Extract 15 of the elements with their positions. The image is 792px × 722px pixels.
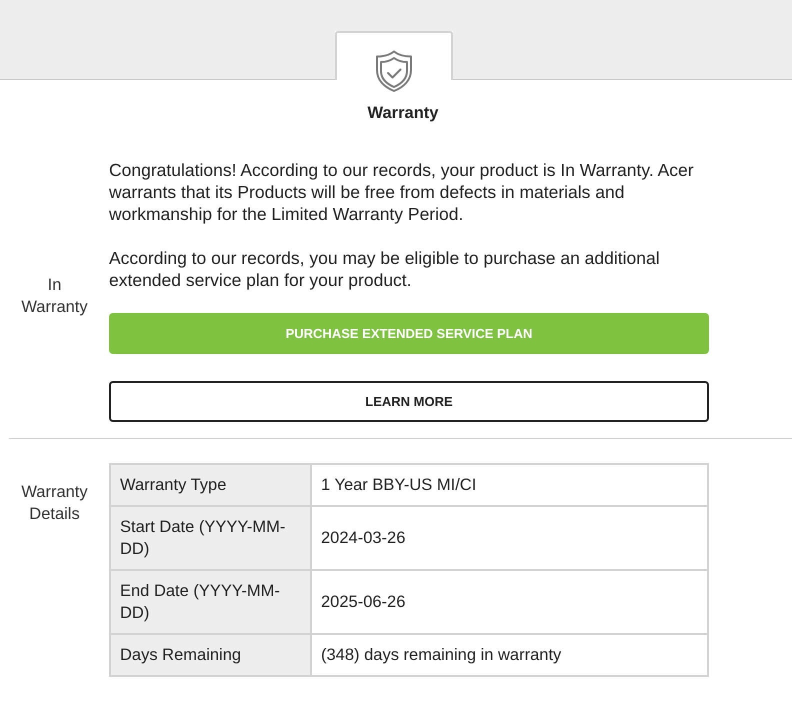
row-value-cell: 2025-06-26 — [311, 570, 708, 634]
section-label: Warranty Details — [20, 482, 89, 525]
row-label-cell: Warranty Type — [110, 464, 311, 506]
shield-check-icon — [375, 50, 413, 92]
row-value-cell: 1 Year BBY-US MI/CI — [311, 464, 708, 506]
row-value-cell: (348) days remaining in warranty — [311, 634, 708, 676]
row-label-cell: Start Date (YYYY-MM-DD) — [110, 506, 311, 570]
section-label: In Warranty — [20, 274, 89, 318]
row-label-cell: End Date (YYYY-MM-DD) — [110, 570, 311, 634]
learn-more-button[interactable]: LEARN MORE — [109, 381, 709, 422]
message-paragraph: According to our records, you may be eligible to purchase an additional extended service plan for your product. — [109, 247, 661, 291]
message-paragraph: Congratulations! According to our records, your product is In Warranty. Acer warrants that its Products will be free from defects in materials and workmanship for the Limited Warranty Period. — [109, 159, 695, 225]
row-label-cell: Days Remaining — [110, 634, 311, 676]
row-value-cell: 2024-03-26 — [311, 506, 708, 570]
section-title: Warranty — [366, 103, 440, 124]
